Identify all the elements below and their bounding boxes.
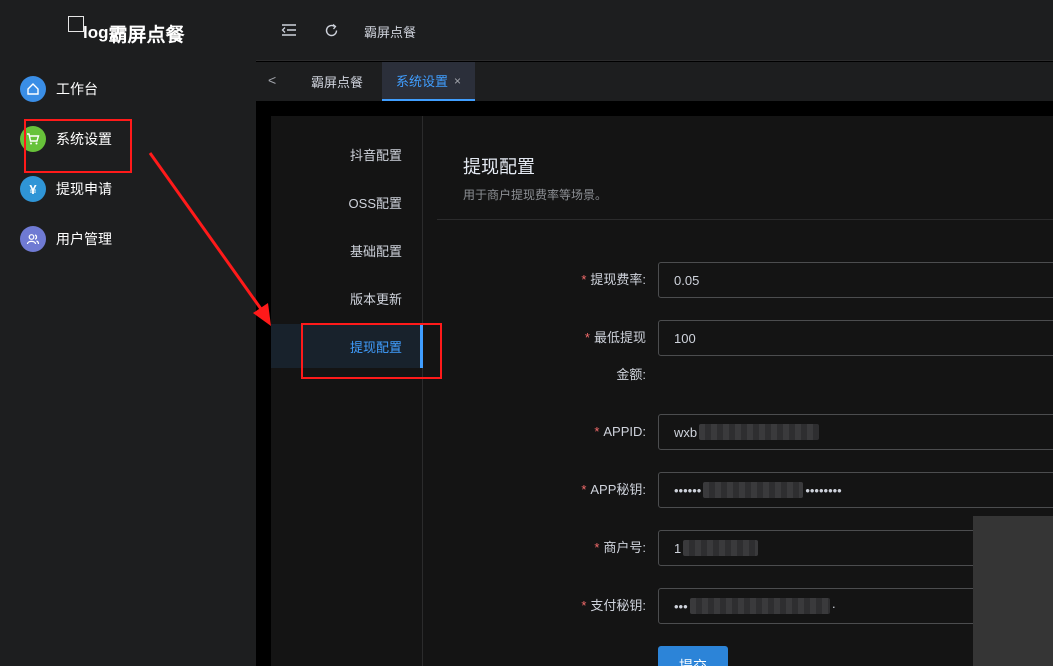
sidebar-item-user-management[interactable]: 用户管理 <box>20 225 112 253</box>
min-withdraw-input[interactable]: 100 <box>658 320 1053 356</box>
merchant-id-label: * 商户号: <box>594 540 646 555</box>
sidebar-item-label: 工作台 <box>56 81 98 97</box>
app-title: 霸屏点餐 <box>108 24 185 46</box>
submit-button[interactable]: 提交 <box>658 646 728 666</box>
settings-submenu: 抖音配置 OSS配置 基础配置 版本更新 提现配置 <box>271 116 423 666</box>
withdraw-rate-label: * 提现费率: <box>581 272 646 287</box>
required-mark: * <box>584 330 590 345</box>
yen-icon: ¥ <box>20 176 46 202</box>
chevron-left-icon[interactable]: < <box>268 72 276 88</box>
annotation-box-submenu <box>301 323 442 379</box>
breadcrumb: 霸屏点餐 <box>364 25 417 40</box>
home-icon <box>20 76 46 102</box>
sidebar: log 霸屏点餐 工作台 系统设置 ¥ 提现申请 用户管理 <box>0 0 256 666</box>
logo-alt-text: log <box>83 23 109 42</box>
scroll-overlay <box>973 516 1053 666</box>
required-mark: * <box>594 540 600 555</box>
min-withdraw-label: * 最低提现 <box>584 330 646 345</box>
redacted-value <box>683 540 759 556</box>
users-icon <box>20 226 46 252</box>
logo-image <box>68 16 84 32</box>
required-mark: * <box>581 272 587 287</box>
top-bar: 霸屏点餐 <box>256 0 1053 61</box>
refresh-icon[interactable] <box>322 21 340 39</box>
withdraw-rate-input[interactable]: 0.05 <box>658 262 1053 298</box>
required-mark: * <box>581 598 587 613</box>
tab-label: 系统设置 <box>396 74 449 89</box>
sidebar-item-label: 用户管理 <box>56 231 112 247</box>
redacted-value <box>689 598 830 614</box>
close-icon[interactable]: × <box>454 74 461 88</box>
submenu-item-oss[interactable]: OSS配置 <box>271 180 423 224</box>
logo: log 霸屏点餐 <box>68 16 185 46</box>
settings-panel: 抖音配置 OSS配置 基础配置 版本更新 提现配置 提现配置 用于商户提现费率等… <box>271 116 1053 666</box>
required-mark: * <box>581 482 587 497</box>
appid-input[interactable]: wxb <box>658 414 1053 450</box>
annotation-box-sidebar <box>24 119 132 173</box>
submenu-item-version[interactable]: 版本更新 <box>271 276 423 320</box>
submenu-item-douyin[interactable]: 抖音配置 <box>271 132 423 176</box>
sidebar-item-workbench[interactable]: 工作台 <box>20 75 98 103</box>
tab-label: 霸屏点餐 <box>311 75 364 90</box>
page-title: 提现配置 <box>463 157 535 177</box>
page-description: 用于商户提现费率等场景。 <box>463 188 608 202</box>
submenu-item-basic[interactable]: 基础配置 <box>271 228 423 272</box>
divider <box>437 219 1053 220</box>
pay-secret-label: * 支付秘钥: <box>581 598 646 613</box>
appid-label: * APPID: <box>594 424 646 439</box>
tab-system-settings[interactable]: 系统设置 × <box>382 62 476 101</box>
redacted-value <box>699 424 820 440</box>
sidebar-item-label: 提现申请 <box>56 181 112 197</box>
redacted-value <box>703 482 804 498</box>
collapse-menu-icon[interactable] <box>280 21 298 39</box>
min-withdraw-label-line2: 金额: <box>616 367 646 382</box>
sidebar-item-withdraw-requests[interactable]: ¥ 提现申请 <box>20 175 112 203</box>
app-secret-label: * APP秘钥: <box>581 482 646 497</box>
tab-home[interactable]: 霸屏点餐 <box>297 62 377 101</box>
required-mark: * <box>594 424 600 439</box>
app-secret-input[interactable]: •••••• •••••••• <box>658 472 1053 508</box>
tab-bar: < 霸屏点餐 系统设置 × <box>256 62 1053 101</box>
